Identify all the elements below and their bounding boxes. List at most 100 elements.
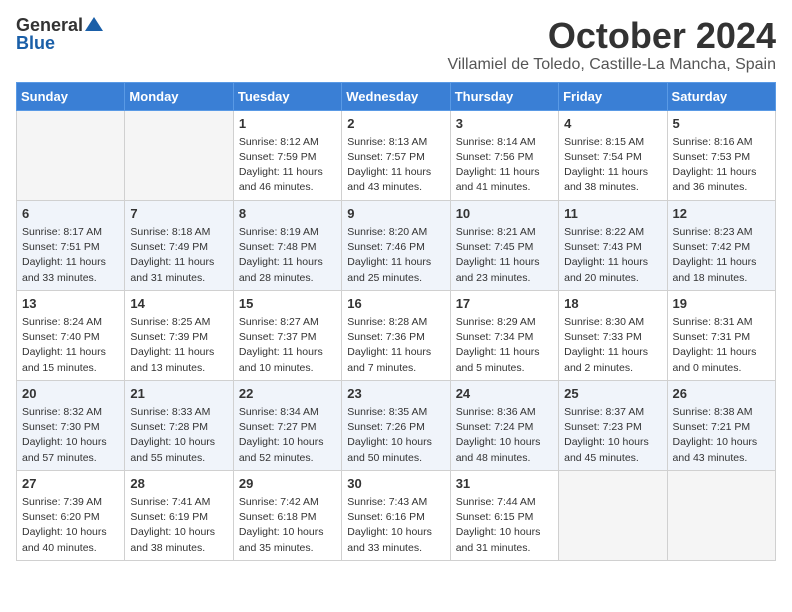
day-detail: Sunrise: 7:44 AMSunset: 6:15 PMDaylight:…: [456, 495, 553, 556]
day-detail: Sunrise: 8:18 AMSunset: 7:49 PMDaylight:…: [130, 225, 227, 286]
col-header-wednesday: Wednesday: [342, 82, 450, 110]
day-cell: 18 Sunrise: 8:30 AMSunset: 7:33 PMDayligh…: [559, 290, 667, 380]
day-cell: 2 Sunrise: 8:13 AMSunset: 7:57 PMDaylight…: [342, 110, 450, 200]
day-number: 4: [564, 115, 661, 133]
day-detail: Sunrise: 8:16 AMSunset: 7:53 PMDaylight:…: [673, 135, 770, 196]
col-header-thursday: Thursday: [450, 82, 558, 110]
day-cell: 24Sunrise: 8:36 AMSunset: 7:24 PMDayligh…: [450, 380, 558, 470]
day-number: 10: [456, 205, 553, 223]
week-row-2: 6 Sunrise: 8:17 AMSunset: 7:51 PMDaylight…: [17, 200, 776, 290]
day-cell: [559, 470, 667, 560]
day-detail: Sunrise: 8:21 AMSunset: 7:45 PMDaylight:…: [456, 225, 553, 286]
day-detail: Sunrise: 8:35 AMSunset: 7:26 PMDaylight:…: [347, 405, 444, 466]
day-detail: Sunrise: 8:37 AMSunset: 7:23 PMDaylight:…: [564, 405, 661, 466]
day-cell: [17, 110, 125, 200]
day-detail: Sunrise: 8:29 AMSunset: 7:34 PMDaylight:…: [456, 315, 553, 376]
day-detail: Sunrise: 8:28 AMSunset: 7:36 PMDaylight:…: [347, 315, 444, 376]
day-cell: 17 Sunrise: 8:29 AMSunset: 7:34 PMDayligh…: [450, 290, 558, 380]
day-cell: 23 Sunrise: 8:35 AMSunset: 7:26 PMDayligh…: [342, 380, 450, 470]
day-detail: Sunrise: 8:27 AMSunset: 7:37 PMDaylight:…: [239, 315, 336, 376]
day-number: 11: [564, 205, 661, 223]
day-cell: 15 Sunrise: 8:27 AMSunset: 7:37 PMDayligh…: [233, 290, 341, 380]
day-cell: [125, 110, 233, 200]
day-detail: Sunrise: 7:39 AMSunset: 6:20 PMDaylight:…: [22, 495, 119, 556]
day-number: 22: [239, 385, 336, 403]
day-detail: Sunrise: 8:12 AMSunset: 7:59 PMDaylight:…: [239, 135, 336, 196]
col-header-sunday: Sunday: [17, 82, 125, 110]
month-title: October 2024: [448, 16, 776, 56]
day-detail: Sunrise: 8:22 AMSunset: 7:43 PMDaylight:…: [564, 225, 661, 286]
day-number: 19: [673, 295, 770, 313]
day-number: 12: [673, 205, 770, 223]
day-detail: Sunrise: 8:25 AMSunset: 7:39 PMDaylight:…: [130, 315, 227, 376]
col-header-tuesday: Tuesday: [233, 82, 341, 110]
day-detail: Sunrise: 7:42 AMSunset: 6:18 PMDaylight:…: [239, 495, 336, 556]
day-cell: 4 Sunrise: 8:15 AMSunset: 7:54 PMDaylight…: [559, 110, 667, 200]
day-detail: Sunrise: 8:13 AMSunset: 7:57 PMDaylight:…: [347, 135, 444, 196]
day-number: 29: [239, 475, 336, 493]
day-number: 2: [347, 115, 444, 133]
day-detail: Sunrise: 8:34 AMSunset: 7:27 PMDaylight:…: [239, 405, 336, 466]
col-header-monday: Monday: [125, 82, 233, 110]
day-number: 6: [22, 205, 119, 223]
day-cell: 28Sunrise: 7:41 AMSunset: 6:19 PMDayligh…: [125, 470, 233, 560]
day-detail: Sunrise: 8:32 AMSunset: 7:30 PMDaylight:…: [22, 405, 119, 466]
day-number: 3: [456, 115, 553, 133]
day-number: 28: [130, 475, 227, 493]
day-detail: Sunrise: 8:33 AMSunset: 7:28 PMDaylight:…: [130, 405, 227, 466]
day-number: 13: [22, 295, 119, 313]
day-cell: 30 Sunrise: 7:43 AMSunset: 6:16 PMDayligh…: [342, 470, 450, 560]
day-cell: 10 Sunrise: 8:21 AMSunset: 7:45 PMDayligh…: [450, 200, 558, 290]
day-detail: Sunrise: 7:43 AMSunset: 6:16 PMDaylight:…: [347, 495, 444, 556]
day-cell: 26 Sunrise: 8:38 AMSunset: 7:21 PMDayligh…: [667, 380, 775, 470]
day-cell: 29 Sunrise: 7:42 AMSunset: 6:18 PMDayligh…: [233, 470, 341, 560]
week-row-4: 20 Sunrise: 8:32 AMSunset: 7:30 PMDayligh…: [17, 380, 776, 470]
day-detail: Sunrise: 8:36 AMSunset: 7:24 PMDaylight:…: [456, 405, 553, 466]
header: General Blue October 2024 Villamiel de T…: [16, 16, 776, 74]
day-cell: 20 Sunrise: 8:32 AMSunset: 7:30 PMDayligh…: [17, 380, 125, 470]
location-title: Villamiel de Toledo, Castille-La Mancha,…: [448, 56, 776, 74]
day-detail: Sunrise: 8:38 AMSunset: 7:21 PMDaylight:…: [673, 405, 770, 466]
day-cell: 13Sunrise: 8:24 AMSunset: 7:40 PMDayligh…: [17, 290, 125, 380]
day-number: 8: [239, 205, 336, 223]
day-number: 17: [456, 295, 553, 313]
day-cell: [667, 470, 775, 560]
day-number: 9: [347, 205, 444, 223]
day-cell: 11 Sunrise: 8:22 AMSunset: 7:43 PMDayligh…: [559, 200, 667, 290]
day-cell: 6 Sunrise: 8:17 AMSunset: 7:51 PMDaylight…: [17, 200, 125, 290]
day-number: 30: [347, 475, 444, 493]
day-cell: 1 Sunrise: 8:12 AMSunset: 7:59 PMDaylight…: [233, 110, 341, 200]
day-detail: Sunrise: 8:15 AMSunset: 7:54 PMDaylight:…: [564, 135, 661, 196]
day-cell: 22 Sunrise: 8:34 AMSunset: 7:27 PMDayligh…: [233, 380, 341, 470]
day-detail: Sunrise: 8:30 AMSunset: 7:33 PMDaylight:…: [564, 315, 661, 376]
day-number: 15: [239, 295, 336, 313]
day-cell: 14 Sunrise: 8:25 AMSunset: 7:39 PMDayligh…: [125, 290, 233, 380]
day-cell: 21Sunrise: 8:33 AMSunset: 7:28 PMDayligh…: [125, 380, 233, 470]
day-detail: Sunrise: 8:17 AMSunset: 7:51 PMDaylight:…: [22, 225, 119, 286]
day-number: 18: [564, 295, 661, 313]
day-detail: Sunrise: 8:14 AMSunset: 7:56 PMDaylight:…: [456, 135, 553, 196]
day-cell: 5Sunrise: 8:16 AMSunset: 7:53 PMDaylight…: [667, 110, 775, 200]
week-row-5: 27 Sunrise: 7:39 AMSunset: 6:20 PMDayligh…: [17, 470, 776, 560]
logo: General Blue: [16, 16, 103, 52]
logo-icon: [85, 15, 103, 33]
day-detail: Sunrise: 8:31 AMSunset: 7:31 PMDaylight:…: [673, 315, 770, 376]
header-row: SundayMondayTuesdayWednesdayThursdayFrid…: [17, 82, 776, 110]
day-detail: Sunrise: 8:23 AMSunset: 7:42 PMDaylight:…: [673, 225, 770, 286]
calendar-table: SundayMondayTuesdayWednesdayThursdayFrid…: [16, 82, 776, 561]
day-number: 26: [673, 385, 770, 403]
week-row-3: 13Sunrise: 8:24 AMSunset: 7:40 PMDayligh…: [17, 290, 776, 380]
day-number: 16: [347, 295, 444, 313]
title-area: October 2024 Villamiel de Toledo, Castil…: [448, 16, 776, 74]
day-detail: Sunrise: 8:19 AMSunset: 7:48 PMDaylight:…: [239, 225, 336, 286]
day-number: 27: [22, 475, 119, 493]
day-detail: Sunrise: 8:20 AMSunset: 7:46 PMDaylight:…: [347, 225, 444, 286]
day-number: 14: [130, 295, 227, 313]
day-number: 23: [347, 385, 444, 403]
logo-general: General: [16, 16, 83, 34]
day-number: 1: [239, 115, 336, 133]
day-number: 25: [564, 385, 661, 403]
day-cell: 19 Sunrise: 8:31 AMSunset: 7:31 PMDayligh…: [667, 290, 775, 380]
col-header-saturday: Saturday: [667, 82, 775, 110]
day-number: 20: [22, 385, 119, 403]
